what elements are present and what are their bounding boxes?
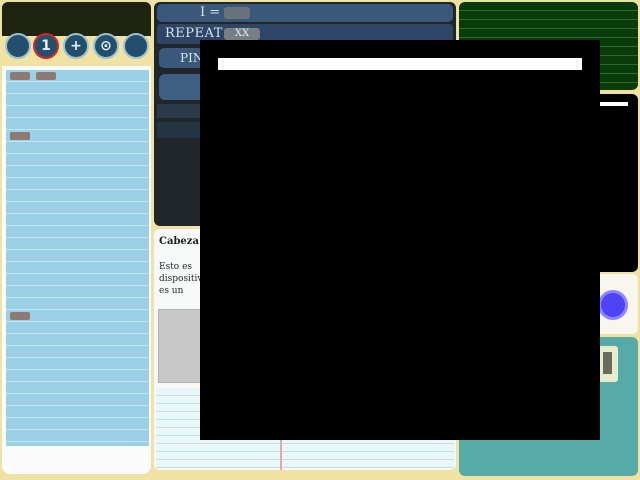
list-item[interactable] <box>6 430 149 442</box>
list-item[interactable] <box>6 262 149 274</box>
list-item[interactable] <box>6 322 149 334</box>
list-item[interactable] <box>6 70 149 82</box>
progress-bar <box>598 102 628 106</box>
blue-button[interactable] <box>598 290 628 320</box>
toggle-switch-knob <box>603 352 612 374</box>
tool-button-1[interactable] <box>5 33 31 59</box>
list-item[interactable] <box>6 394 149 406</box>
list-item[interactable] <box>6 358 149 370</box>
list-item[interactable] <box>6 382 149 394</box>
overlay-window <box>200 40 600 440</box>
list-item[interactable] <box>6 142 149 154</box>
list-item[interactable] <box>6 214 149 226</box>
tool-button-3[interactable]: + <box>63 33 89 59</box>
list-item[interactable] <box>6 202 149 214</box>
notes-title: Cabeza <box>159 236 199 247</box>
list-item[interactable] <box>6 334 149 346</box>
tool-button-4[interactable]: ⊙ <box>93 33 119 59</box>
list-item[interactable] <box>6 274 149 286</box>
overlay-title-bar <box>218 58 582 70</box>
list-item[interactable] <box>6 82 149 94</box>
list-item[interactable] <box>6 370 149 382</box>
list-item[interactable] <box>6 406 149 418</box>
notes-line: dispositivo <box>159 274 205 284</box>
list-item[interactable] <box>6 238 149 250</box>
list-item[interactable] <box>6 154 149 166</box>
notes-line: es un <box>159 286 184 296</box>
tool-button-2[interactable]: 1 <box>33 33 59 59</box>
repeat-count-input[interactable]: XX <box>224 28 260 40</box>
list-item[interactable] <box>6 178 149 190</box>
list-item[interactable] <box>6 94 149 106</box>
tool-button-5[interactable] <box>123 33 149 59</box>
block-list[interactable] <box>6 70 149 446</box>
list-item[interactable] <box>6 418 149 430</box>
list-item[interactable] <box>6 250 149 262</box>
notes-text: Esto es dispositivo es un <box>159 261 205 297</box>
tool-row: 1 + ⊙ <box>2 30 151 66</box>
list-item[interactable] <box>6 130 149 142</box>
notes-line: Esto es <box>159 262 193 272</box>
list-item[interactable] <box>6 298 149 310</box>
list-item[interactable] <box>6 286 149 298</box>
list-item[interactable] <box>6 166 149 178</box>
variable-label: I = <box>200 5 221 20</box>
list-item[interactable] <box>6 310 149 322</box>
list-item[interactable] <box>6 226 149 238</box>
notes-image-placeholder <box>158 309 202 383</box>
list-item[interactable] <box>6 118 149 130</box>
notes-margin-line <box>280 440 282 470</box>
variable-value-input[interactable] <box>224 7 250 19</box>
list-item[interactable] <box>6 346 149 358</box>
list-item[interactable] <box>6 190 149 202</box>
list-item[interactable] <box>6 106 149 118</box>
